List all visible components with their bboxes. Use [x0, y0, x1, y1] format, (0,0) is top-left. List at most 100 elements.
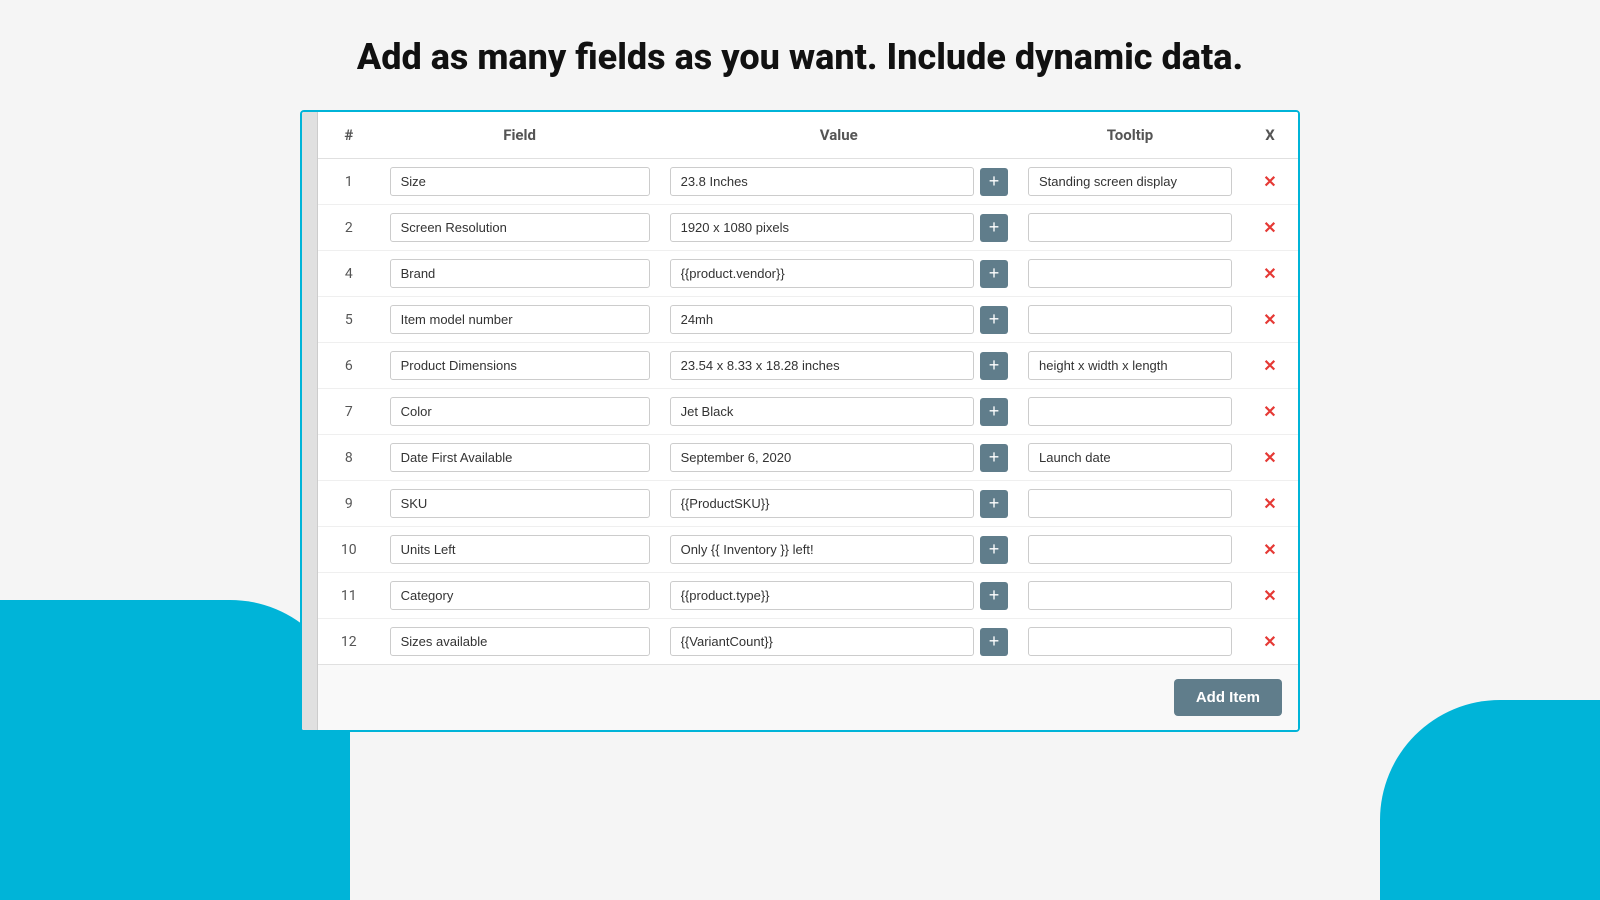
value-input[interactable]	[670, 489, 974, 518]
row-num: 6	[318, 343, 380, 389]
field-input[interactable]	[390, 167, 650, 196]
plus-button[interactable]: +	[980, 536, 1008, 564]
row-num: 4	[318, 251, 380, 297]
row-delete: ✕	[1242, 527, 1298, 573]
delete-button[interactable]: ✕	[1263, 402, 1276, 422]
value-input[interactable]	[670, 627, 974, 656]
value-input[interactable]	[670, 397, 974, 426]
plus-button[interactable]: +	[980, 628, 1008, 656]
row-delete: ✕	[1242, 481, 1298, 527]
tooltip-input[interactable]	[1028, 351, 1232, 380]
delete-button[interactable]: ✕	[1263, 264, 1276, 284]
field-input[interactable]	[390, 397, 650, 426]
field-input[interactable]	[390, 351, 650, 380]
table-header-row: # Field Value Tooltip X	[318, 112, 1298, 159]
tooltip-input[interactable]	[1028, 397, 1232, 426]
row-tooltip	[1018, 573, 1242, 619]
table-row: 7 + ✕	[318, 389, 1298, 435]
field-input[interactable]	[390, 535, 650, 564]
row-delete: ✕	[1242, 435, 1298, 481]
value-input[interactable]	[670, 351, 974, 380]
tooltip-input[interactable]	[1028, 581, 1232, 610]
col-header-hash: #	[318, 112, 380, 159]
row-field	[380, 527, 660, 573]
field-input[interactable]	[390, 627, 650, 656]
table-body: 1 + ✕ 2	[318, 159, 1298, 665]
value-wrapper: +	[670, 213, 1008, 242]
row-value-cell: +	[660, 205, 1018, 251]
delete-button[interactable]: ✕	[1263, 494, 1276, 514]
tooltip-input[interactable]	[1028, 627, 1232, 656]
value-input[interactable]	[670, 443, 974, 472]
row-field	[380, 481, 660, 527]
value-input[interactable]	[670, 535, 974, 564]
tooltip-input[interactable]	[1028, 213, 1232, 242]
row-value-cell: +	[660, 389, 1018, 435]
value-wrapper: +	[670, 259, 1008, 288]
delete-button[interactable]: ✕	[1263, 586, 1276, 606]
field-input[interactable]	[390, 305, 650, 334]
delete-button[interactable]: ✕	[1263, 540, 1276, 560]
row-field	[380, 251, 660, 297]
value-input[interactable]	[670, 581, 974, 610]
plus-button[interactable]: +	[980, 582, 1008, 610]
add-item-button[interactable]: Add Item	[1174, 679, 1282, 716]
row-value-cell: +	[660, 297, 1018, 343]
value-input[interactable]	[670, 167, 974, 196]
delete-button[interactable]: ✕	[1263, 218, 1276, 238]
row-tooltip	[1018, 297, 1242, 343]
row-field	[380, 619, 660, 665]
plus-button[interactable]: +	[980, 168, 1008, 196]
tooltip-input[interactable]	[1028, 489, 1232, 518]
plus-button[interactable]: +	[980, 352, 1008, 380]
table-footer: Add Item	[302, 664, 1298, 730]
row-delete: ✕	[1242, 205, 1298, 251]
delete-button[interactable]: ✕	[1263, 172, 1276, 192]
row-value-cell: +	[660, 481, 1018, 527]
row-field	[380, 573, 660, 619]
value-input[interactable]	[670, 259, 974, 288]
value-input[interactable]	[670, 213, 974, 242]
row-field	[380, 343, 660, 389]
page-heading: Add as many fields as you want. Include …	[357, 36, 1243, 78]
value-wrapper: +	[670, 581, 1008, 610]
plus-button[interactable]: +	[980, 398, 1008, 426]
delete-button[interactable]: ✕	[1263, 310, 1276, 330]
value-wrapper: +	[670, 627, 1008, 656]
table-row: 1 + ✕	[318, 159, 1298, 205]
value-input[interactable]	[670, 305, 974, 334]
table-row: 4 + ✕	[318, 251, 1298, 297]
field-input[interactable]	[390, 213, 650, 242]
tooltip-input[interactable]	[1028, 167, 1232, 196]
row-tooltip	[1018, 159, 1242, 205]
plus-button[interactable]: +	[980, 214, 1008, 242]
value-wrapper: +	[670, 489, 1008, 518]
tooltip-input[interactable]	[1028, 259, 1232, 288]
delete-button[interactable]: ✕	[1263, 356, 1276, 376]
row-field	[380, 159, 660, 205]
plus-button[interactable]: +	[980, 260, 1008, 288]
delete-button[interactable]: ✕	[1263, 632, 1276, 652]
tooltip-input[interactable]	[1028, 305, 1232, 334]
tooltip-input[interactable]	[1028, 535, 1232, 564]
field-input[interactable]	[390, 259, 650, 288]
field-input[interactable]	[390, 443, 650, 472]
row-value-cell: +	[660, 619, 1018, 665]
row-tooltip	[1018, 251, 1242, 297]
value-wrapper: +	[670, 351, 1008, 380]
col-header-tooltip: Tooltip	[1018, 112, 1242, 159]
plus-button[interactable]: +	[980, 490, 1008, 518]
plus-button[interactable]: +	[980, 444, 1008, 472]
plus-button[interactable]: +	[980, 306, 1008, 334]
field-input[interactable]	[390, 581, 650, 610]
delete-button[interactable]: ✕	[1263, 448, 1276, 468]
value-wrapper: +	[670, 167, 1008, 196]
row-delete: ✕	[1242, 159, 1298, 205]
field-input[interactable]	[390, 489, 650, 518]
row-value-cell: +	[660, 527, 1018, 573]
row-field	[380, 205, 660, 251]
tooltip-input[interactable]	[1028, 443, 1232, 472]
row-num: 9	[318, 481, 380, 527]
row-num: 2	[318, 205, 380, 251]
table-row: 5 + ✕	[318, 297, 1298, 343]
